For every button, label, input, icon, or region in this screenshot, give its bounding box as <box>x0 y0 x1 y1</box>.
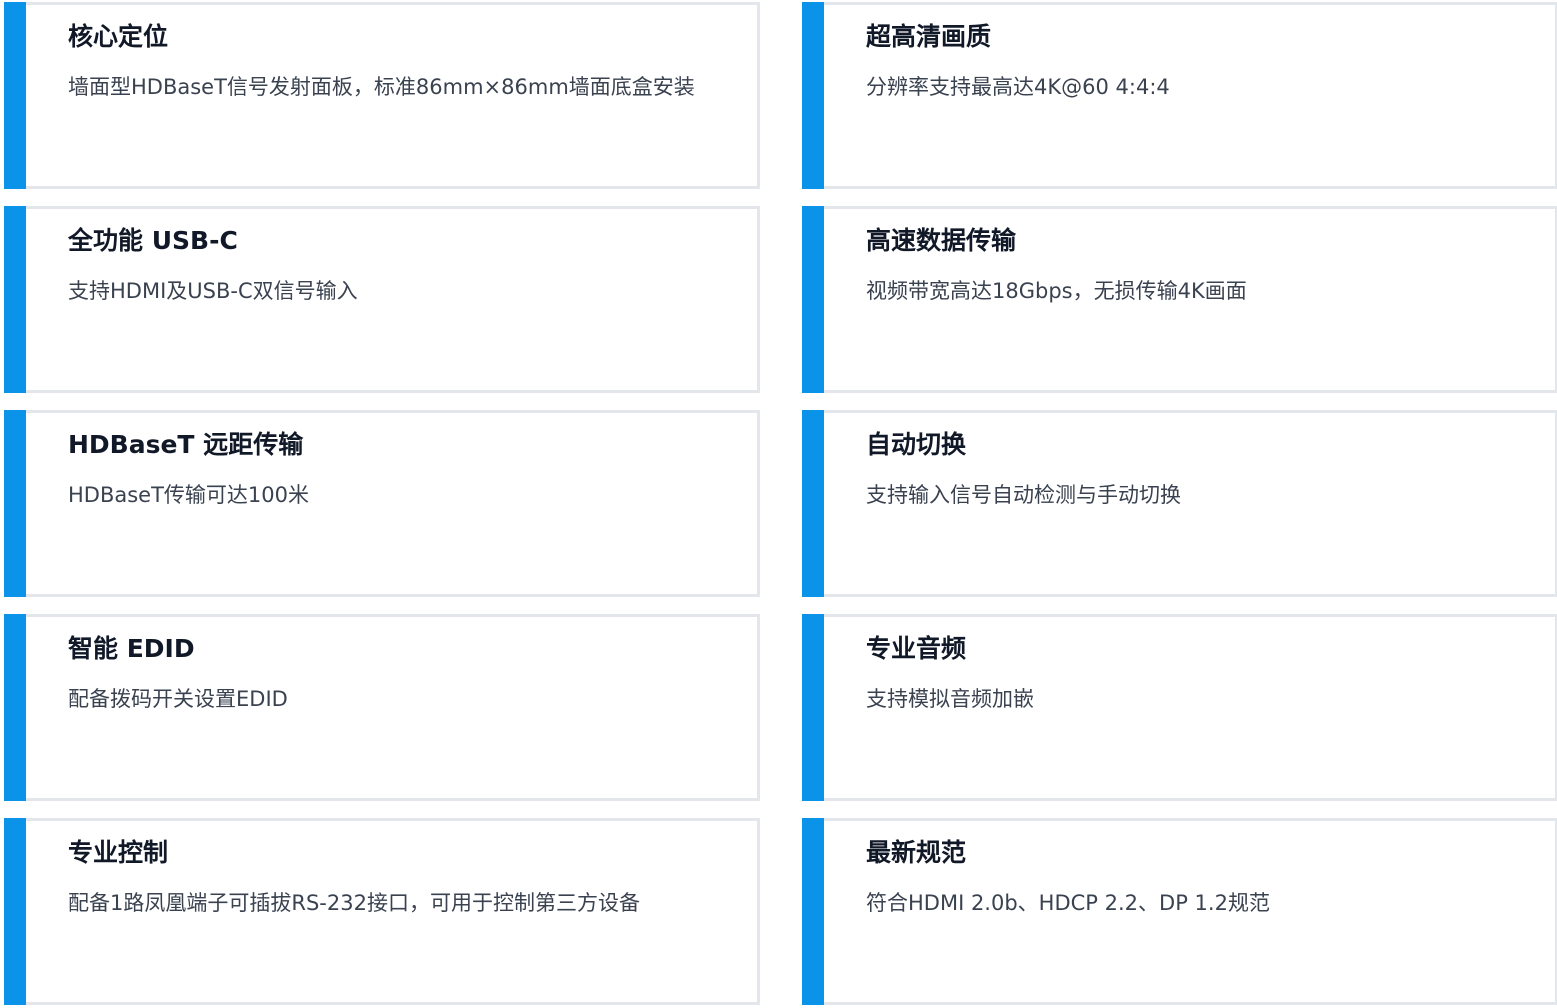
feature-card-core-positioning: 核心定位 墙面型HDBaseT信号发射面板，标准86mm×86mm墙面底盒安装 <box>4 2 760 189</box>
feature-card-usb-c: 全功能 USB-C 支持HDMI及USB-C双信号输入 <box>4 206 760 393</box>
feature-card-auto-switching: 自动切换 支持输入信号自动检测与手动切换 <box>802 410 1557 597</box>
accent-bar <box>4 410 26 597</box>
feature-description: 支持模拟音频加嵌 <box>866 687 1034 711</box>
accent-bar <box>4 818 26 1005</box>
feature-card-smart-edid: 智能 EDID 配备拨码开关设置EDID <box>4 614 760 801</box>
feature-title: 自动切换 <box>866 430 967 459</box>
feature-description: 支持HDMI及USB-C双信号输入 <box>68 279 358 303</box>
feature-card-pro-control: 专业控制 配备1路凤凰端子可插拔RS-232接口，可用于控制第三方设备 <box>4 818 760 1005</box>
feature-card-pro-audio: 专业音频 支持模拟音频加嵌 <box>802 614 1557 801</box>
accent-bar <box>802 614 824 801</box>
accent-bar <box>4 614 26 801</box>
feature-card-hdbaset-long-distance: HDBaseT 远距传输 HDBaseT传输可达100米 <box>4 410 760 597</box>
feature-grid: 核心定位 墙面型HDBaseT信号发射面板，标准86mm×86mm墙面底盒安装 … <box>0 0 1557 1008</box>
feature-description: 视频带宽高达18Gbps，无损传输4K画面 <box>866 279 1247 303</box>
accent-bar <box>802 818 824 1005</box>
feature-card-ultra-hd: 超高清画质 分辨率支持最高达4K@60 4:4:4 <box>802 2 1557 189</box>
feature-title: 超高清画质 <box>866 22 992 51</box>
feature-title: 全功能 USB-C <box>68 226 238 255</box>
feature-title: 高速数据传输 <box>866 226 1017 255</box>
feature-description: 配备1路凤凰端子可插拔RS-232接口，可用于控制第三方设备 <box>68 891 640 915</box>
feature-card-high-speed-data: 高速数据传输 视频带宽高达18Gbps，无损传输4K画面 <box>802 206 1557 393</box>
feature-description: 符合HDMI 2.0b、HDCP 2.2、DP 1.2规范 <box>866 891 1270 915</box>
feature-title: 专业音频 <box>866 634 967 663</box>
feature-title: 核心定位 <box>68 22 169 51</box>
feature-title: 智能 EDID <box>68 634 195 663</box>
accent-bar <box>4 2 26 189</box>
feature-card-latest-standards: 最新规范 符合HDMI 2.0b、HDCP 2.2、DP 1.2规范 <box>802 818 1557 1005</box>
feature-description: 墙面型HDBaseT信号发射面板，标准86mm×86mm墙面底盒安装 <box>68 75 695 99</box>
feature-description: 配备拨码开关设置EDID <box>68 687 288 711</box>
accent-bar <box>802 206 824 393</box>
feature-description: 分辨率支持最高达4K@60 4:4:4 <box>866 75 1170 99</box>
accent-bar <box>802 410 824 597</box>
feature-title: 最新规范 <box>866 838 967 867</box>
accent-bar <box>802 2 824 189</box>
feature-description: 支持输入信号自动检测与手动切换 <box>866 483 1181 507</box>
feature-title: HDBaseT 远距传输 <box>68 430 304 459</box>
feature-description: HDBaseT传输可达100米 <box>68 483 310 507</box>
accent-bar <box>4 206 26 393</box>
feature-title: 专业控制 <box>68 838 169 867</box>
